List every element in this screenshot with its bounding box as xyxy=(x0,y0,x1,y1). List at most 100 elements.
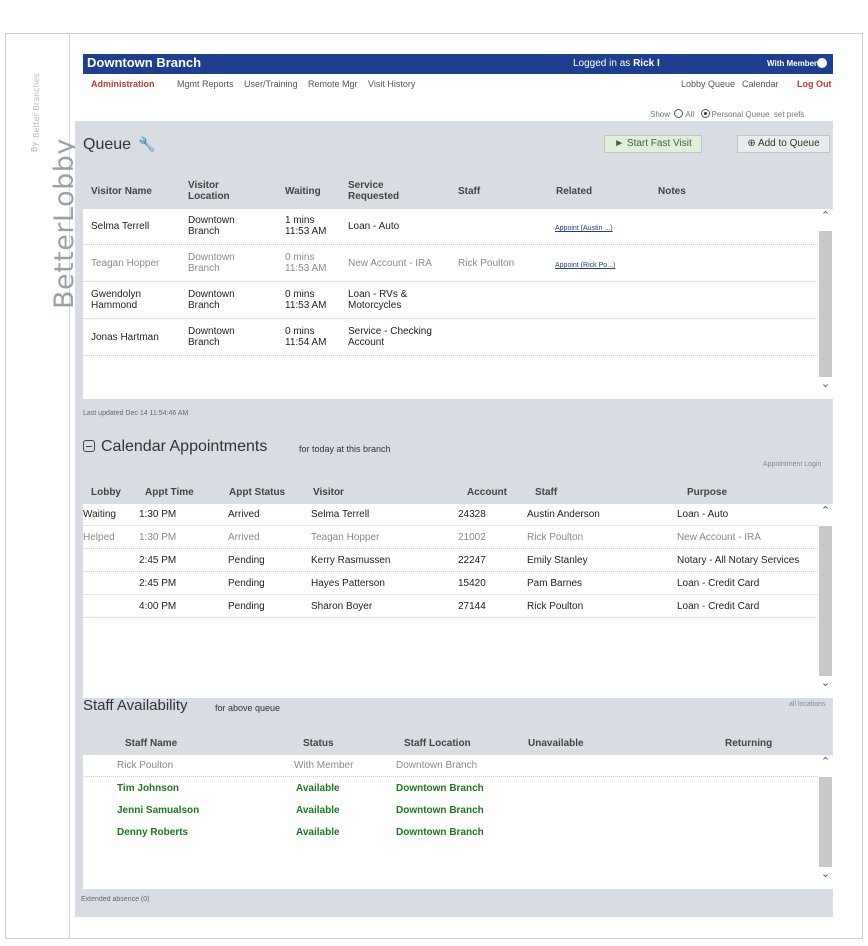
waiting: 1 mins 11:53 AM xyxy=(285,215,327,237)
th-waiting: Waiting xyxy=(285,186,321,197)
chevron-down-icon[interactable]: ⌄ xyxy=(819,676,832,698)
visitor-name: Teagan Hopper xyxy=(91,258,160,269)
th-service-requested: Service Requested xyxy=(348,180,400,202)
main-nav: Administration Mgmt Reports User/Trainin… xyxy=(83,79,833,93)
main-panel: Queue 🔧 ► Start Fast Visit ⊕ Add to Queu… xyxy=(75,121,833,917)
start-fast-visit-button[interactable]: ► Start Fast Visit xyxy=(604,135,702,153)
visitor-name: Jonas Hartman xyxy=(91,332,159,343)
radio-personal-label: Personal Queue xyxy=(711,110,770,119)
th-staff-location: Staff Location xyxy=(404,738,471,749)
th-purpose: Purpose xyxy=(687,487,728,498)
radio-personal[interactable] xyxy=(700,109,710,118)
staff-table: Rick Poulton With Member Downtown Branch… xyxy=(83,755,833,889)
waiting: 0 mins 11:53 AM xyxy=(285,289,327,311)
visitor-name: Gwendolyn Hammond xyxy=(91,289,142,311)
chevron-up-icon[interactable]: ⌃ xyxy=(819,755,832,777)
calendar-scrollbar[interactable]: ⌃ ⌄ xyxy=(819,504,832,698)
extended-absence[interactable]: Extended absence (0) xyxy=(81,896,150,903)
top-header: Downtown Branch Logged in as Rick I With… xyxy=(83,54,833,74)
branch-title: Downtown Branch xyxy=(87,55,202,70)
table-row[interactable]: Helped 1:30 PM Arrived Teagan Hopper 210… xyxy=(83,527,818,549)
appointment-login-link[interactable]: Appointment Login xyxy=(763,461,821,468)
nav-calendar[interactable]: Calendar xyxy=(742,79,779,89)
chevron-up-icon[interactable]: ⌃ xyxy=(819,504,832,526)
service-requested: Service - Checking Account xyxy=(348,326,432,348)
table-row[interactable]: 2:45 PM Pending Hayes Patterson 15420 Pa… xyxy=(83,573,818,595)
table-row[interactable]: Jonas Hartman Downtown Branch 0 mins 11:5… xyxy=(83,320,818,356)
wrench-icon[interactable]: 🔧 xyxy=(138,137,155,153)
brand-rail: BetterLobby By Better Branches xyxy=(6,34,80,938)
calendar-table: Waiting 1:30 PM Arrived Selma Terrell 24… xyxy=(83,504,833,698)
related-link[interactable]: Appoint (Austin ...) xyxy=(555,223,613,234)
table-row[interactable]: Rick Poulton With Member Downtown Branch xyxy=(83,755,818,777)
status-label: With Member xyxy=(767,59,818,68)
nav-remote-mgr[interactable]: Remote Mgr xyxy=(308,79,358,89)
table-row[interactable]: Jenni Samualson Available Downtown Branc… xyxy=(83,800,818,822)
th-appt-time: Appt Time xyxy=(145,487,194,498)
queue-table: Selma Terrell Downtown Branch 1 mins 11:5… xyxy=(83,209,833,399)
staff-title: Staff Availability xyxy=(83,697,188,714)
add-to-queue-button[interactable]: ⊕ Add to Queue xyxy=(737,135,830,153)
last-updated: Last updated Dec 14 11:54:46 AM xyxy=(83,410,189,417)
calendar-title: Calendar Appointments xyxy=(101,438,268,455)
table-row[interactable]: 4:00 PM Pending Sharon Boyer 27144 Rick … xyxy=(83,596,818,618)
chevron-down-icon[interactable]: ⌄ xyxy=(819,867,832,889)
chevron-down-icon[interactable]: ⌄ xyxy=(819,377,832,399)
visitor-name: Selma Terrell xyxy=(91,221,150,232)
prefs-show-label: Show xyxy=(650,110,671,119)
th-account: Account xyxy=(467,487,507,498)
th-appt-status: Appt Status xyxy=(229,487,286,498)
calendar-subtitle: for today at this branch xyxy=(299,444,391,454)
th-returning: Returning xyxy=(725,738,773,749)
waiting: 0 mins 11:53 AM xyxy=(285,252,327,274)
service-requested: Loan - Auto xyxy=(348,221,400,232)
nav-lobby-queue[interactable]: Lobby Queue xyxy=(681,79,735,89)
queue-prefs: Show All Personal Queue set prefs xyxy=(650,109,805,119)
all-locations-link[interactable]: all locations xyxy=(789,701,826,708)
table-row[interactable]: Waiting 1:30 PM Arrived Selma Terrell 24… xyxy=(83,504,818,526)
logo-maker: Better Branches xyxy=(32,73,41,138)
th-staff-name: Staff Name xyxy=(125,738,178,749)
table-row[interactable]: Denny Roberts Available Downtown Branch xyxy=(83,822,818,844)
radio-all[interactable] xyxy=(674,109,684,118)
th-staff: Staff xyxy=(458,186,481,197)
table-row[interactable]: Tim Johnson Available Downtown Branch xyxy=(83,778,818,800)
set-prefs-link[interactable]: set prefs xyxy=(774,110,805,119)
logo-by: By xyxy=(30,141,39,152)
nav-administration[interactable]: Administration xyxy=(91,79,155,89)
table-row[interactable]: Gwendolyn Hammond Downtown Branch 0 mins… xyxy=(83,283,818,319)
queue-scrollbar[interactable]: ⌃ ⌄ xyxy=(819,209,832,399)
nav-log-out[interactable]: Log Out xyxy=(797,79,832,89)
th-visitor: Visitor xyxy=(313,487,344,498)
th-lobby: Lobby xyxy=(91,487,121,498)
th-visitor-name: Visitor Name xyxy=(91,186,152,197)
th-related: Related xyxy=(556,186,593,197)
table-row[interactable]: 2:45 PM Pending Kerry Rasmussen 22247 Em… xyxy=(83,550,818,572)
logged-in-label: Logged in as Rick I xyxy=(573,58,660,69)
queue-title: Queue xyxy=(83,136,132,153)
collapse-icon[interactable] xyxy=(83,440,95,452)
radio-all-label: All xyxy=(685,110,695,119)
service-requested: Loan - RVs & Motorcycles xyxy=(348,289,408,311)
service-requested: New Account - IRA xyxy=(348,258,432,269)
nav-mgmt-reports[interactable]: Mgmt Reports xyxy=(177,79,234,89)
chevron-up-icon[interactable]: ⌃ xyxy=(819,209,832,231)
visitor-location: Downtown Branch xyxy=(188,252,235,274)
th-notes: Notes xyxy=(658,186,686,197)
table-row[interactable]: Teagan Hopper Downtown Branch 0 mins 11:5… xyxy=(83,246,818,282)
th-staff: Staff xyxy=(535,487,558,498)
better-lobby-logo: BetterLobby By Better Branches xyxy=(6,34,80,334)
visitor-location: Downtown Branch xyxy=(188,289,235,311)
user-name: Rick I xyxy=(633,58,660,69)
table-row[interactable]: Selma Terrell Downtown Branch 1 mins 11:5… xyxy=(83,209,818,245)
status-toggle-icon[interactable] xyxy=(817,58,827,68)
staff-scrollbar[interactable]: ⌃ ⌄ xyxy=(819,755,832,889)
nav-user-training[interactable]: User/Training xyxy=(244,79,298,89)
related-link[interactable]: Appoint (Rick Po...) xyxy=(555,260,615,271)
th-visitor-location: Visitor Location xyxy=(188,180,230,202)
visitor-location: Downtown Branch xyxy=(188,215,235,237)
staff: Rick Poulton xyxy=(458,258,515,269)
th-status: Status xyxy=(303,738,334,749)
nav-visit-history[interactable]: Visit History xyxy=(368,79,415,89)
th-unavailable: Unavailable xyxy=(528,738,584,749)
